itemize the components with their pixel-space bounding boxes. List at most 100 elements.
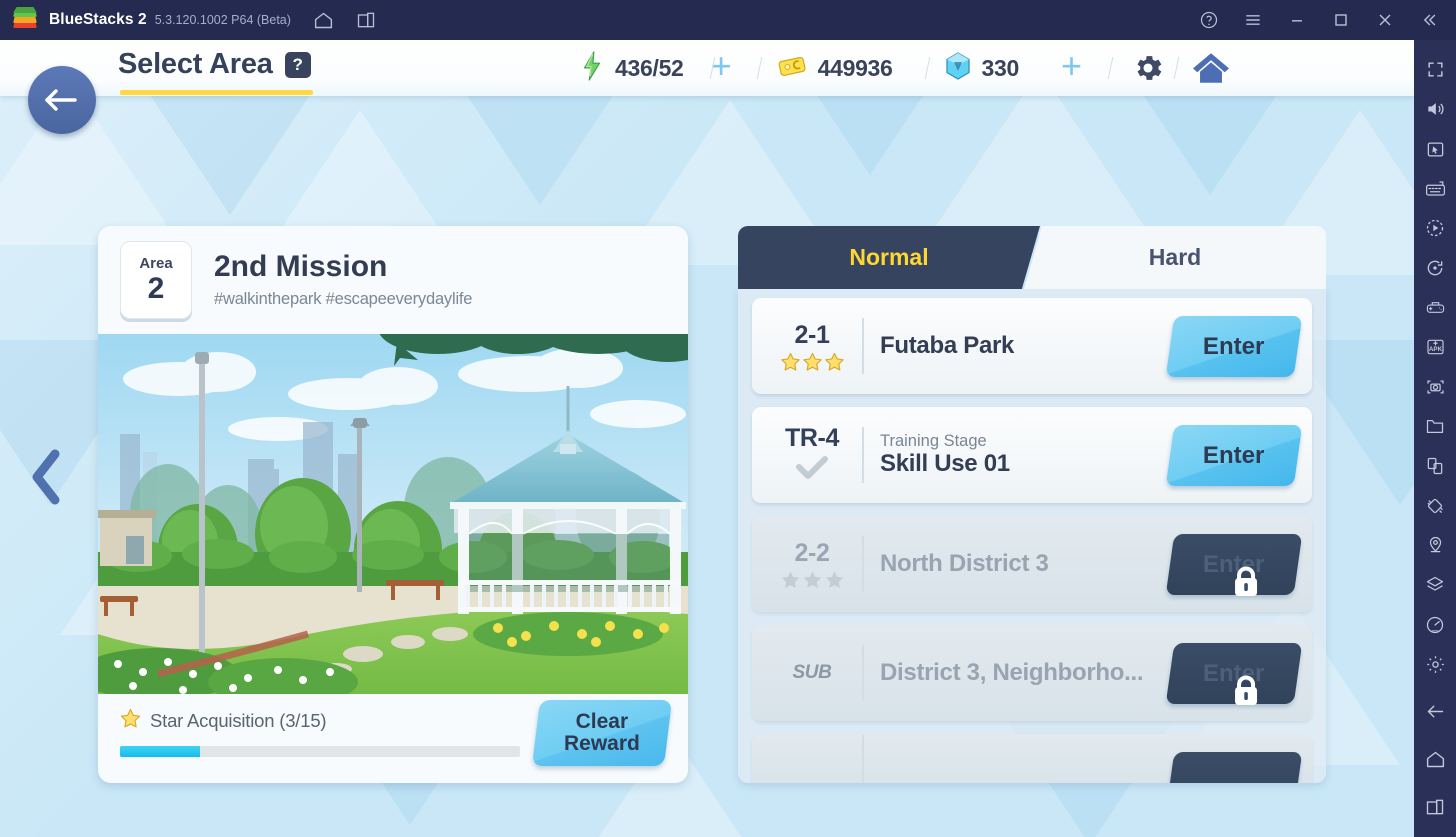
stage-cleared-check xyxy=(795,455,829,486)
tab-normal[interactable]: Normal xyxy=(738,226,1040,289)
bluestacks-sidebar: APK xyxy=(1414,40,1456,837)
rotate-icon[interactable] xyxy=(1415,248,1455,288)
home-icon[interactable] xyxy=(1189,46,1233,90)
star-icon xyxy=(803,570,821,588)
gamepad-icon[interactable] xyxy=(1415,288,1455,328)
volume-icon[interactable] xyxy=(1415,90,1455,130)
enter-button-label: Enter xyxy=(1203,332,1265,360)
gold-value: 449936 xyxy=(817,54,893,81)
clear-reward-button[interactable]: Clear Reward xyxy=(531,700,673,766)
minimize-icon[interactable] xyxy=(1282,5,1312,35)
cursor-icon[interactable] xyxy=(1415,129,1455,169)
star-icon xyxy=(780,352,800,371)
screenshot-icon[interactable] xyxy=(1415,367,1455,407)
star-icon xyxy=(781,570,799,588)
add-gem-button[interactable]: + xyxy=(1061,48,1082,84)
energy-value: 436/52 xyxy=(615,54,684,81)
fullscreen-icon[interactable] xyxy=(1415,50,1455,90)
star-icon xyxy=(120,708,141,734)
resource-energy: 436/52 xyxy=(580,50,684,86)
prev-area-button[interactable] xyxy=(22,442,70,512)
help-icon[interactable] xyxy=(1194,5,1224,35)
back-arrow-icon[interactable] xyxy=(1415,692,1455,732)
gear-icon[interactable] xyxy=(1128,48,1168,88)
close-icon[interactable] xyxy=(1370,5,1400,35)
shake-icon[interactable] xyxy=(1415,486,1455,526)
enter-button-locked xyxy=(1165,752,1303,784)
table-row[interactable]: 2-1 Futaba Park Enter xyxy=(752,298,1312,394)
stage-list[interactable]: 2-1 Futaba Park Enter TR-4 Training Stag… xyxy=(738,289,1326,783)
gem-icon xyxy=(945,51,971,85)
stage-code: 2-2 xyxy=(794,538,830,567)
layers-icon[interactable] xyxy=(1415,565,1455,605)
stage-panel: Normal Hard 2-1 Futaba Park Enter TR-4 T… xyxy=(738,226,1326,783)
table-row xyxy=(752,734,1312,783)
add-energy-button[interactable]: + xyxy=(711,48,732,84)
app-title: BlueStacks 2 xyxy=(49,11,147,28)
resource-gold: 449936 xyxy=(777,54,893,83)
mission-header: Area 2 2nd Mission #walkinthepark #escap… xyxy=(98,226,688,334)
stage-code: SUB xyxy=(792,662,832,683)
mission-artwork xyxy=(98,334,688,694)
divider xyxy=(1107,57,1114,79)
table-row: SUB District 3, Neighborho... Enter xyxy=(752,625,1312,721)
star-icon xyxy=(802,352,822,371)
divider xyxy=(862,318,864,374)
gear-icon[interactable] xyxy=(1415,644,1455,684)
recents-icon[interactable] xyxy=(1415,787,1455,827)
star-icon xyxy=(825,570,843,588)
resource-gem: 330 xyxy=(945,51,1020,85)
home-icon[interactable] xyxy=(1415,740,1455,780)
enter-button-label: Enter xyxy=(1203,441,1265,469)
table-row[interactable]: TR-4 Training Stage Skill Use 01 Enter xyxy=(752,407,1312,503)
gem-value: 330 xyxy=(981,54,1020,81)
mission-tags: #walkinthepark #escapeeverydaylife xyxy=(214,290,473,309)
install-apk-icon[interactable]: APK xyxy=(1415,327,1455,367)
copy-paste-icon[interactable] xyxy=(1415,446,1455,486)
macro-play-icon[interactable] xyxy=(1415,209,1455,249)
area-badge-number: 2 xyxy=(147,271,165,305)
enter-button[interactable]: Enter xyxy=(1165,316,1303,377)
resource-bar: 436/52 + 449936 330 + xyxy=(580,40,1233,96)
divider xyxy=(862,536,864,592)
app-version: 5.3.120.1002 P64 (Beta) xyxy=(154,13,291,27)
svg-text:APK: APK xyxy=(1428,346,1442,353)
stage-stars xyxy=(780,570,845,590)
back-button[interactable] xyxy=(28,66,96,134)
lock-icon xyxy=(1231,783,1261,784)
area-badge: Area 2 xyxy=(120,241,192,319)
stage-code: TR-4 xyxy=(785,424,839,452)
clear-reward-line1: Clear xyxy=(575,709,629,733)
collapse-icon[interactable] xyxy=(1414,5,1444,35)
bluestacks-logo-icon xyxy=(12,7,38,33)
check-icon xyxy=(796,456,828,479)
game-viewport: 436/52 + 449936 330 + Select Area ? Area… xyxy=(0,40,1414,837)
divider xyxy=(862,645,864,701)
star-progress-fill xyxy=(120,746,200,757)
divider xyxy=(924,57,930,79)
gold-ticket-icon xyxy=(777,54,807,83)
hamburger-menu-icon[interactable] xyxy=(1238,5,1268,35)
area-badge-label: Area xyxy=(139,254,173,272)
back-arrow-icon xyxy=(45,89,77,111)
star-progress-bar xyxy=(120,746,520,757)
mission-name: 2nd Mission xyxy=(214,249,388,283)
help-badge-icon[interactable]: ? xyxy=(284,51,311,78)
clear-reward-line2: Reward xyxy=(564,732,640,755)
media-folder-icon[interactable] xyxy=(1415,407,1455,447)
star-icon xyxy=(824,352,844,371)
enter-button-locked: Enter xyxy=(1165,643,1303,705)
performance-meter-icon[interactable] xyxy=(1415,605,1455,645)
location-icon[interactable] xyxy=(1415,526,1455,566)
bluestacks-titlebar: BlueStacks 2 5.3.120.1002 P64 (Beta) xyxy=(0,0,1456,40)
enter-button[interactable]: Enter xyxy=(1165,425,1303,486)
table-row: 2-2 North District 3 Enter xyxy=(752,516,1312,612)
title-underline xyxy=(120,90,313,95)
home-icon[interactable] xyxy=(309,5,339,35)
tab-hard[interactable]: Hard xyxy=(1024,226,1326,289)
energy-bolt-icon xyxy=(580,50,604,86)
multi-window-icon[interactable] xyxy=(351,5,381,35)
maximize-icon[interactable] xyxy=(1326,5,1356,35)
keyboard-icon[interactable] xyxy=(1415,169,1455,209)
divider xyxy=(756,57,762,79)
